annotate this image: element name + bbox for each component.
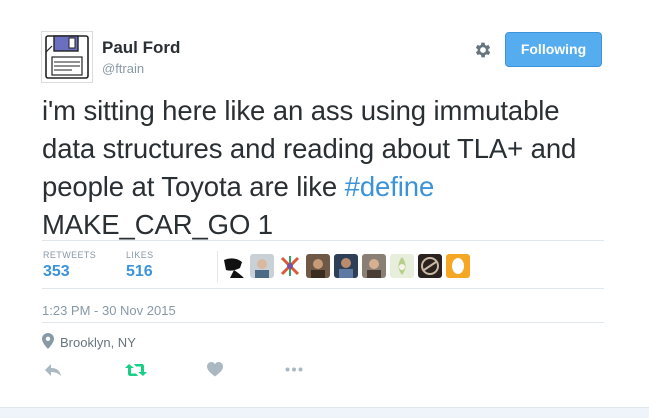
user-name[interactable]: Paul Ford (102, 38, 180, 58)
avatar[interactable] (41, 31, 93, 83)
tweet-text: i'm sitting here like an ass using immut… (42, 92, 612, 244)
floppy-disk-icon (45, 35, 89, 79)
retweets-label: RETWEETS (43, 250, 97, 260)
tweet-card: Paul Ford @ftrain Following i'm sitting … (0, 0, 649, 417)
bottom-band (0, 407, 649, 418)
heart-icon[interactable] (207, 362, 223, 377)
liker-avatar-3[interactable] (278, 254, 302, 278)
location-text[interactable]: Brooklyn, NY (60, 335, 136, 350)
divider-top (42, 240, 604, 241)
tweet-text-body: i'm sitting here like an ass using immut… (42, 95, 577, 202)
reply-icon[interactable] (44, 363, 62, 377)
following-button[interactable]: Following (505, 32, 602, 67)
more-icon[interactable] (285, 367, 303, 372)
divider-bottom (42, 322, 604, 323)
retweets-count[interactable]: 353 (43, 263, 70, 281)
likes-label: LIKES (126, 250, 154, 260)
liker-avatar-6[interactable] (362, 254, 386, 278)
liker-avatar-8[interactable] (418, 254, 442, 278)
hashtag-link[interactable]: #define (345, 171, 435, 202)
stats-separator (217, 251, 218, 282)
location-pin-icon (42, 333, 54, 349)
likes-count[interactable]: 516 (126, 263, 153, 281)
timestamp[interactable]: 1:23 PM - 30 Nov 2015 (42, 303, 176, 318)
liker-avatar-7[interactable] (390, 254, 414, 278)
divider-middle (42, 288, 604, 289)
liker-avatar-2[interactable] (250, 254, 274, 278)
liker-avatar-4[interactable] (306, 254, 330, 278)
retweet-icon[interactable] (124, 363, 148, 377)
tweet-text-tail: MAKE_CAR_GO 1 (42, 209, 273, 240)
liker-avatar-1[interactable] (222, 254, 246, 278)
liker-avatar-9[interactable] (446, 254, 470, 278)
gear-icon[interactable] (473, 40, 493, 60)
liker-avatar-5[interactable] (334, 254, 358, 278)
user-handle[interactable]: @ftrain (102, 61, 144, 76)
